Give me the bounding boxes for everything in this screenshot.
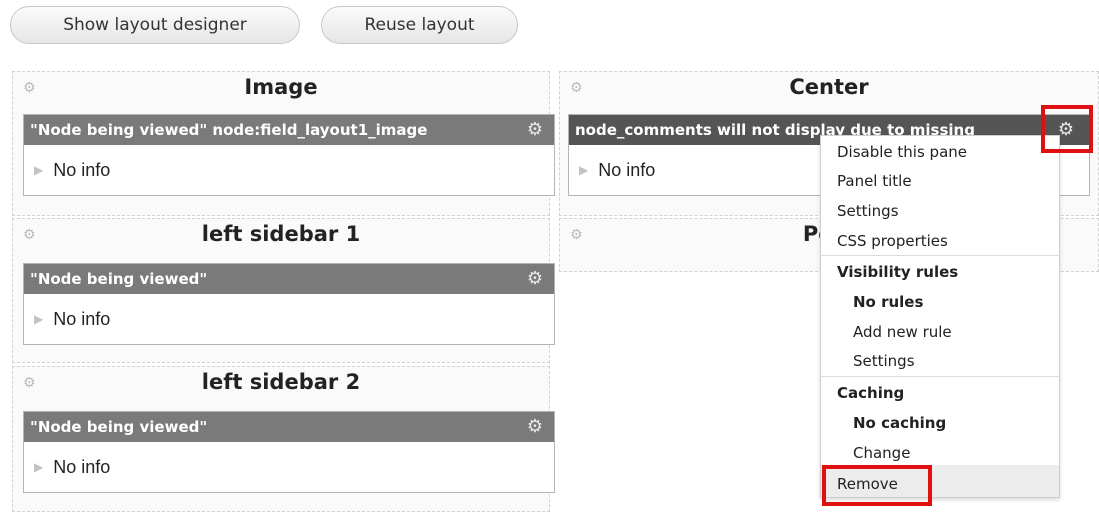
css-properties-menu-item[interactable]: CSS properties bbox=[837, 227, 948, 255]
pane-info: No info bbox=[53, 456, 111, 477]
pane-title: "Node being viewed" bbox=[30, 418, 208, 436]
pane-title-bar[interactable]: "Node being viewed" node:field_layout1_i… bbox=[24, 115, 554, 145]
expand-triangle-icon[interactable]: ▶ bbox=[34, 163, 43, 177]
pane-gear-icon[interactable]: ⚙ bbox=[526, 418, 544, 436]
region-image: ⚙ Image "Node being viewed" node:field_l… bbox=[12, 71, 555, 216]
region-left-sidebar-2: ⚙ left sidebar 2 "Node being viewed" ⚙ ▶… bbox=[12, 366, 555, 512]
region-title: left sidebar 1 bbox=[201, 222, 361, 246]
pane-body: ▶ No info bbox=[24, 294, 554, 344]
pane-title: "Node being viewed" node:field_layout1_i… bbox=[30, 121, 428, 139]
menu-divider bbox=[821, 255, 1059, 256]
region-title: Image bbox=[244, 75, 318, 99]
remove-highlight-box bbox=[822, 465, 932, 506]
change-caching-menu-item[interactable]: Change bbox=[853, 439, 910, 467]
pane-title: "Node being viewed" bbox=[30, 270, 208, 288]
region-left-sidebar-1: ⚙ left sidebar 1 "Node being viewed" ⚙ ▶… bbox=[12, 218, 555, 363]
expand-triangle-icon[interactable]: ▶ bbox=[34, 460, 43, 474]
caching-heading: Caching bbox=[837, 384, 905, 402]
settings-menu-item[interactable]: Settings bbox=[837, 197, 899, 225]
disable-pane-menu-item[interactable]: Disable this pane bbox=[837, 138, 967, 166]
pane-title-bar[interactable]: "Node being viewed" ⚙ bbox=[24, 412, 554, 442]
no-caching-label: No caching bbox=[853, 414, 947, 432]
pane-left-sidebar-1: "Node being viewed" ⚙ ▶ No info bbox=[23, 263, 555, 345]
pane-body: ▶ No info bbox=[24, 442, 554, 492]
pane-body: ▶ No info bbox=[24, 145, 554, 195]
region-title: left sidebar 2 bbox=[201, 370, 361, 394]
pane-left-sidebar-2: "Node being viewed" ⚙ ▶ No info bbox=[23, 411, 555, 493]
gear-highlight-box bbox=[1041, 105, 1093, 153]
pane-info: No info bbox=[53, 159, 111, 180]
expand-triangle-icon[interactable]: ▶ bbox=[34, 312, 43, 326]
expand-triangle-icon[interactable]: ▶ bbox=[579, 163, 588, 177]
reuse-layout-button[interactable]: Reuse layout bbox=[321, 6, 518, 44]
visibility-rules-heading: Visibility rules bbox=[837, 263, 959, 281]
menu-divider bbox=[821, 376, 1059, 377]
visibility-settings-menu-item[interactable]: Settings bbox=[853, 347, 915, 375]
panel-title-menu-item[interactable]: Panel title bbox=[837, 167, 912, 195]
add-new-rule-menu-item[interactable]: Add new rule bbox=[853, 318, 952, 346]
show-layout-designer-button[interactable]: Show layout designer bbox=[10, 6, 300, 44]
pane-image: "Node being viewed" node:field_layout1_i… bbox=[23, 114, 555, 196]
pane-title-bar[interactable]: "Node being viewed" ⚙ bbox=[24, 264, 554, 294]
region-title: Center bbox=[789, 75, 869, 99]
pane-gear-icon[interactable]: ⚙ bbox=[526, 270, 544, 288]
pane-info: No info bbox=[53, 308, 111, 329]
pane-gear-icon[interactable]: ⚙ bbox=[526, 121, 544, 139]
no-rules-label: No rules bbox=[853, 293, 924, 311]
pane-context-menu: Disable this pane Panel title Settings C… bbox=[820, 135, 1060, 498]
pane-info: No info bbox=[598, 159, 656, 180]
